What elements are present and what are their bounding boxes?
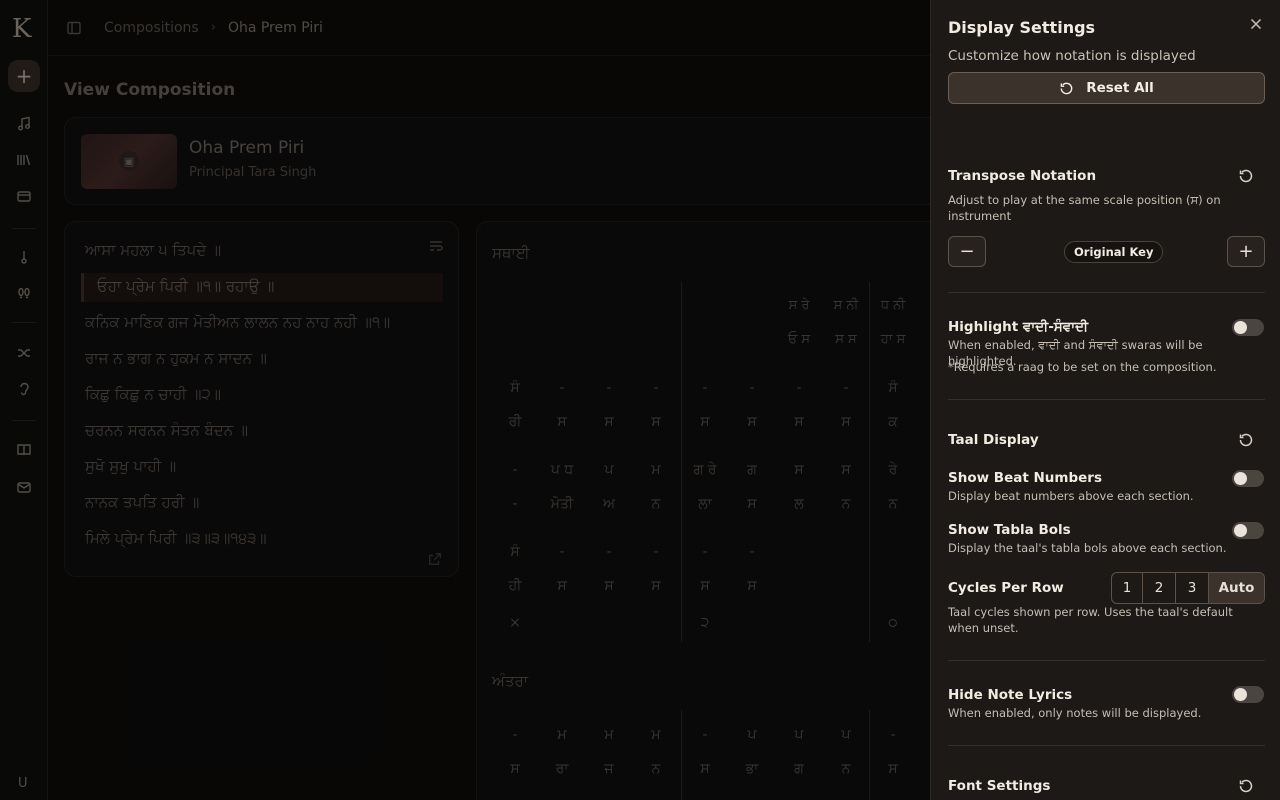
- cycles-option-1[interactable]: 1: [1112, 573, 1143, 603]
- hide-lyrics-description: When enabled, only notes will be display…: [948, 706, 1202, 720]
- highlight-title: Highlight ਵਾਦੀ-ਸੰਵਾਦੀ: [948, 319, 1089, 335]
- close-icon[interactable]: [1248, 16, 1264, 32]
- hide-lyrics-toggle[interactable]: [1232, 686, 1264, 703]
- cycles-option-auto[interactable]: Auto: [1209, 573, 1264, 603]
- transpose-decrease-button[interactable]: −: [948, 236, 986, 267]
- transpose-increase-button[interactable]: +: [1227, 236, 1265, 267]
- highlight-toggle[interactable]: [1232, 319, 1264, 336]
- section-divider: [948, 292, 1265, 293]
- transpose-description: Adjust to play at the same scale positio…: [948, 193, 1221, 223]
- cycles-per-row-title: Cycles Per Row: [948, 580, 1064, 596]
- section-divider: [948, 399, 1265, 400]
- hide-lyrics-title: Hide Note Lyrics: [948, 687, 1073, 703]
- taal-display-title: Taal Display: [948, 432, 1039, 448]
- beat-numbers-toggle[interactable]: [1232, 470, 1264, 487]
- reset-icon: [1060, 82, 1073, 94]
- app-root: K + U Compositions › Oha Prem Piri View …: [0, 0, 1280, 800]
- display-settings-panel: Display Settings Customize how notation …: [930, 0, 1280, 800]
- font-settings-title: Font Settings: [948, 778, 1051, 794]
- cycles-option-3[interactable]: 3: [1176, 573, 1209, 603]
- transpose-title: Transpose Notation: [948, 168, 1097, 184]
- transpose-reset-icon[interactable]: [1238, 168, 1254, 184]
- cycles-per-row-selector: 1 2 3 Auto: [1111, 572, 1265, 604]
- reset-all-button[interactable]: Reset All: [948, 72, 1265, 104]
- beat-numbers-description: Display beat numbers above each section.: [948, 489, 1194, 503]
- beat-numbers-title: Show Beat Numbers: [948, 470, 1102, 486]
- panel-title: Display Settings: [948, 18, 1096, 37]
- cycles-per-row-description: Taal cycles shown per row. Uses the taal…: [948, 605, 1233, 635]
- reset-all-label: Reset All: [1086, 80, 1154, 96]
- font-reset-icon[interactable]: [1238, 778, 1254, 794]
- cycles-option-2[interactable]: 2: [1143, 573, 1176, 603]
- tabla-bols-toggle[interactable]: [1232, 522, 1264, 539]
- panel-subtitle: Customize how notation is displayed: [948, 48, 1196, 64]
- highlight-note: *Requires a raag to be set on the compos…: [948, 360, 1217, 374]
- section-divider: [948, 660, 1265, 661]
- tabla-bols-description: Display the taal's tabla bols above each…: [948, 541, 1227, 555]
- section-divider: [948, 745, 1265, 746]
- taal-reset-icon[interactable]: [1238, 432, 1254, 448]
- tabla-bols-title: Show Tabla Bols: [948, 522, 1071, 538]
- current-key-badge: Original Key: [1064, 241, 1164, 263]
